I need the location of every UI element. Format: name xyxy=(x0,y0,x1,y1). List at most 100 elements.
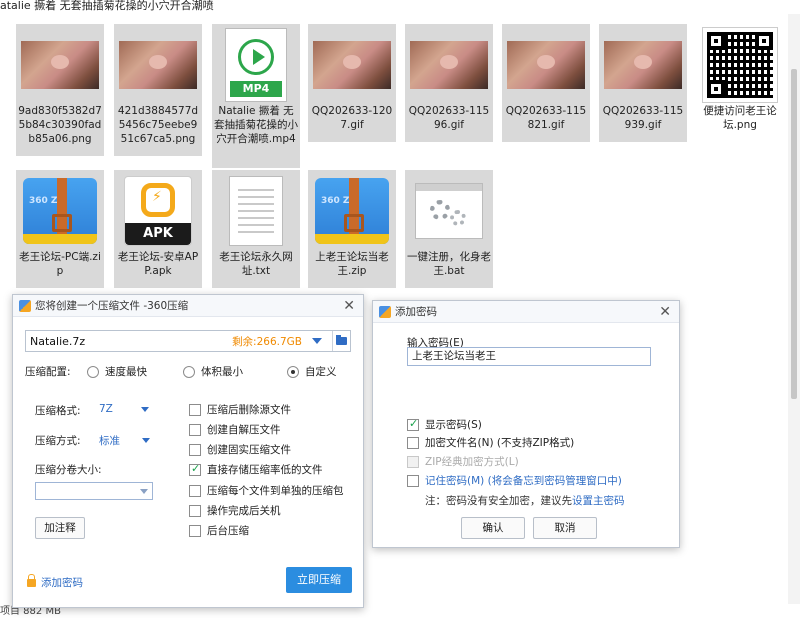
cancel-button[interactable]: 取消 xyxy=(533,517,597,539)
checkbox-checked[interactable] xyxy=(189,462,201,476)
file-name: QQ202633-11596.gif xyxy=(408,105,490,131)
checkbox[interactable] xyxy=(189,484,201,497)
remember-password-row[interactable]: 记住密码(M) (将会备忘到密码管理窗口中) xyxy=(407,473,622,488)
lock-icon xyxy=(27,573,36,587)
option-row[interactable]: 创建自解压文件 xyxy=(189,422,281,437)
dialog-titlebar[interactable]: 您将创建一个压缩文件 -360压缩 ✕ xyxy=(13,295,363,317)
option-row[interactable]: 后台压缩 xyxy=(189,523,249,538)
file-name: 便捷访问老王论坛.png xyxy=(703,105,777,131)
mode-label[interactable]: 速度最快 xyxy=(105,364,183,379)
image-thumbnail xyxy=(507,41,585,89)
set-master-password-link[interactable]: 设置主密码 xyxy=(572,495,625,507)
close-icon[interactable]: ✕ xyxy=(343,298,355,314)
file-tile[interactable]: QQ202633-115939.gif xyxy=(599,24,687,142)
checkbox[interactable] xyxy=(189,504,201,517)
folder-icon[interactable] xyxy=(332,331,350,351)
add-password-link[interactable]: 添加密码 xyxy=(27,573,83,590)
checkbox[interactable] xyxy=(189,443,201,456)
file-name: 421d3884577d5456c75eebe951c67ca5.png xyxy=(117,105,199,145)
file-tile[interactable]: QQ202633-115821.gif xyxy=(502,24,590,142)
show-password-row[interactable]: 显示密码(S) xyxy=(407,417,482,432)
radio-size[interactable] xyxy=(183,365,195,378)
security-note: 注：密码没有安全加密，建议先设置主密码 xyxy=(425,495,625,507)
dialog-titlebar[interactable]: 添加密码 ✕ xyxy=(373,301,679,323)
app-logo-icon xyxy=(141,183,175,217)
checkbox-checked[interactable] xyxy=(407,417,419,431)
vertical-scrollbar[interactable] xyxy=(788,14,800,604)
file-tile[interactable]: 便捷访问老王论坛.png xyxy=(696,24,784,142)
option-row[interactable]: 压缩每个文件到单独的压缩包 xyxy=(189,483,344,498)
checkbox[interactable] xyxy=(407,436,419,449)
mode-label[interactable]: 体积最小 xyxy=(201,364,287,379)
archive-path-field[interactable]: Natalie.7z 剩余:266.7GB xyxy=(25,330,351,352)
confirm-button[interactable]: 确认 xyxy=(461,517,525,539)
checkbox[interactable] xyxy=(189,423,201,436)
zip-archive-icon: 360 ZIP xyxy=(315,178,389,244)
option-row[interactable]: 操作完成后关机 xyxy=(189,503,281,518)
zip-classic-row: ZIP经典加密方式(L) xyxy=(407,454,519,469)
file-tile[interactable]: 360 ZIP 老王论坛-PC端.zip xyxy=(16,170,104,288)
format-select[interactable]: 7Z xyxy=(99,403,149,415)
password-dialog: 添加密码 ✕ 输入密码(E) 上老王论坛当老王 显示密码(S) 加密文件名(N)… xyxy=(372,300,680,548)
chevron-down-icon[interactable] xyxy=(312,338,322,344)
encrypt-filenames-row[interactable]: 加密文件名(N) (不支持ZIP格式) xyxy=(407,435,574,450)
config-label: 压缩配置: xyxy=(25,366,71,378)
checkbox[interactable] xyxy=(407,474,419,487)
app-360zip-icon xyxy=(19,299,31,312)
apk-file-icon: APK xyxy=(124,176,192,246)
file-tile[interactable]: APK 老王论坛-安卓APP.apk xyxy=(114,170,202,288)
checkbox[interactable] xyxy=(189,403,201,416)
gear-icon xyxy=(450,210,466,226)
add-comment-button[interactable]: 加注释 xyxy=(35,517,85,539)
image-thumbnail xyxy=(119,41,197,89)
chevron-down-icon xyxy=(142,438,150,443)
file-tile[interactable]: 老王论坛永久网址.txt xyxy=(212,170,300,288)
text-file-icon xyxy=(229,176,283,246)
mode-label[interactable]: 自定义 xyxy=(305,364,337,379)
qr-code-image xyxy=(702,27,778,103)
option-row[interactable]: 直接存储压缩率低的文件 xyxy=(189,462,323,477)
image-thumbnail xyxy=(21,41,99,89)
file-name: QQ202633-115939.gif xyxy=(602,105,684,131)
close-icon[interactable]: ✕ xyxy=(659,304,671,320)
image-thumbnail xyxy=(410,41,488,89)
radio-custom[interactable] xyxy=(287,365,299,378)
file-tile[interactable]: QQ202633-11596.gif xyxy=(405,24,493,142)
zip-archive-icon: 360 ZIP xyxy=(23,178,97,244)
file-name: Natalie 撅着 无套抽插菊花操的小穴开合潮喷.mp4 xyxy=(214,105,298,145)
archive-filename[interactable]: Natalie.7z xyxy=(30,335,232,348)
file-tile[interactable]: MP4 Natalie 撅着 无套抽插菊花操的小穴开合潮喷.mp4 xyxy=(212,24,300,168)
image-thumbnail xyxy=(604,41,682,89)
mp4-file-icon: MP4 xyxy=(225,28,287,102)
file-name: QQ202633-115821.gif xyxy=(505,105,587,131)
file-tile[interactable]: 421d3884577d5456c75eebe951c67ca5.png xyxy=(114,24,202,156)
window-title: atalie 撅着 无套抽插菊花操的小穴开合潮喷 xyxy=(0,0,800,14)
file-tile[interactable]: 一键注册，化身老王.bat xyxy=(405,170,493,288)
split-size-input[interactable] xyxy=(35,482,153,500)
apk-badge: APK xyxy=(125,223,191,245)
compress-now-button[interactable]: 立即压缩 xyxy=(286,567,352,593)
file-name: 9ad830f5382d75b84c30390fadb85a06.png xyxy=(18,105,102,145)
method-label: 压缩方式: xyxy=(35,435,81,447)
compression-config-row: 压缩配置: 速度最快 体积最小 自定义 xyxy=(25,364,337,379)
file-tile[interactable]: 360 ZIP 上老王论坛当老王.zip xyxy=(308,170,396,288)
option-row[interactable]: 压缩后删除源文件 xyxy=(189,402,291,417)
password-input[interactable]: 上老王论坛当老王 xyxy=(407,347,651,366)
checkbox-disabled xyxy=(407,455,419,468)
split-size-label: 压缩分卷大小: xyxy=(35,464,102,476)
file-name: 上老王论坛当老王.zip xyxy=(315,251,389,277)
free-space-label: 剩余:266.7GB xyxy=(232,335,302,348)
image-thumbnail xyxy=(313,41,391,89)
option-row[interactable]: 创建固实压缩文件 xyxy=(189,442,291,457)
file-tile[interactable]: 9ad830f5382d75b84c30390fadb85a06.png xyxy=(16,24,104,156)
file-tile[interactable]: QQ202633-1207.gif xyxy=(308,24,396,142)
radio-speed[interactable] xyxy=(87,365,99,378)
method-select[interactable]: 标准 xyxy=(99,433,150,448)
chevron-down-icon xyxy=(140,489,148,494)
file-name: 一键注册，化身老王.bat xyxy=(407,251,491,277)
mp4-badge: MP4 xyxy=(230,81,282,97)
scrollbar-thumb[interactable] xyxy=(791,69,797,399)
app-360zip-icon xyxy=(379,305,391,318)
chevron-down-icon xyxy=(140,406,149,412)
checkbox[interactable] xyxy=(189,524,201,537)
